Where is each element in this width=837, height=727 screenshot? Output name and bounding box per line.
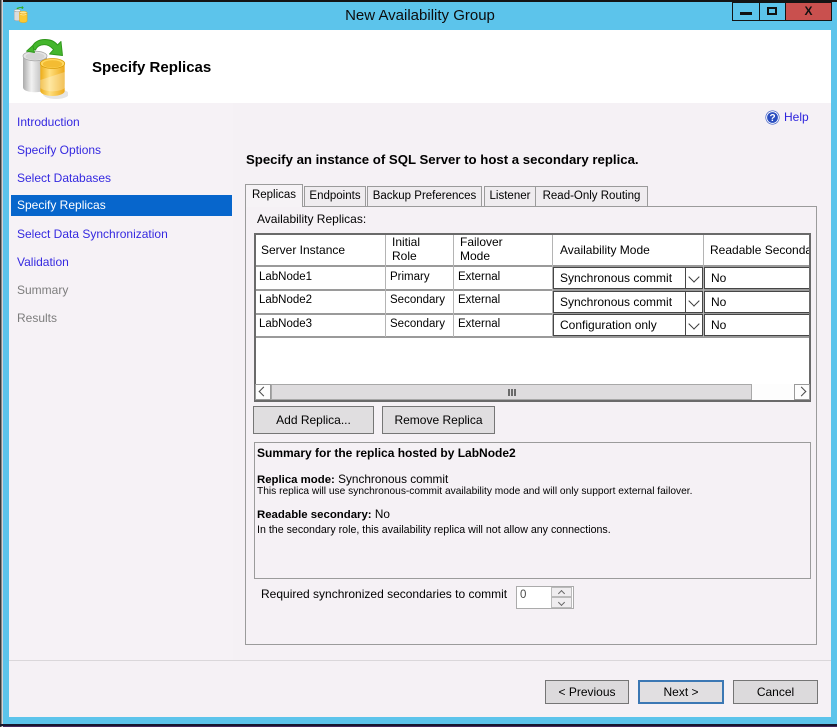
svg-text:?: ? [769,113,775,124]
